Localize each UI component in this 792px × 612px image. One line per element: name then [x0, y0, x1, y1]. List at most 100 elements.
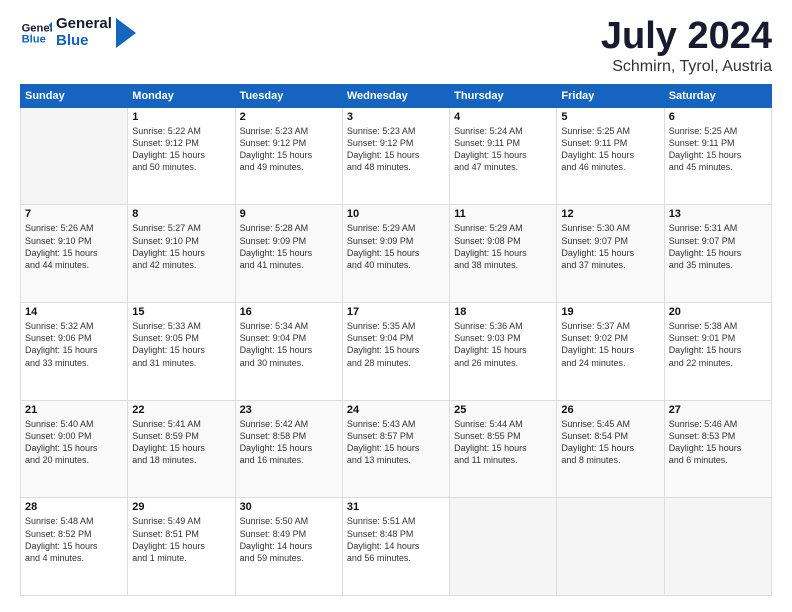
calendar-week-row: 21Sunrise: 5:40 AM Sunset: 9:00 PM Dayli…	[21, 400, 772, 498]
day-number: 15	[132, 306, 230, 318]
calendar-header-row: Sunday Monday Tuesday Wednesday Thursday…	[21, 84, 772, 107]
day-number: 13	[669, 208, 767, 220]
day-info: Sunrise: 5:36 AM Sunset: 9:03 PM Dayligh…	[454, 320, 552, 369]
day-number: 2	[240, 111, 338, 123]
day-number: 9	[240, 208, 338, 220]
day-number: 4	[454, 111, 552, 123]
day-info: Sunrise: 5:25 AM Sunset: 9:11 PM Dayligh…	[561, 125, 659, 174]
day-number: 30	[240, 501, 338, 513]
col-wednesday: Wednesday	[342, 84, 449, 107]
calendar-cell	[21, 107, 128, 205]
calendar-week-row: 14 Sunrise: 5:32 AM Sunset: 9:06 PM Dayli…	[21, 303, 772, 401]
day-info: Sunrise: 5:44 AM Sunset: 8:55 PM Dayligh…	[454, 418, 552, 467]
day-info: Sunrise: 5:37 AM Sunset: 9:02 PM Dayligh…	[561, 320, 659, 369]
calendar-cell	[450, 498, 557, 596]
svg-text:General: General	[22, 22, 52, 34]
header: General Blue General Blue July 2024 Schm…	[20, 16, 772, 76]
day-info: Sunrise: 5:29 AM Sunset: 9:08 PM Dayligh…	[454, 222, 552, 271]
day-info: Sunrise: 5:45 AM Sunset: 8:54 PM Dayligh…	[561, 418, 659, 467]
day-number: 5	[561, 111, 659, 123]
day-info: Sunrise: 5:43 AM Sunset: 8:57 PM Dayligh…	[347, 418, 445, 467]
day-info: Sunrise: 5:48 AM Sunset: 8:52 PM Dayligh…	[25, 515, 123, 564]
calendar-cell: 26 Sunrise: 5:45 AM Sunset: 8:54 PM Dayli…	[557, 400, 664, 498]
calendar-cell: 7 Sunrise: 5:26 AM Sunset: 9:10 PM Daylig…	[21, 205, 128, 303]
calendar-cell: 8 Sunrise: 5:27 AM Sunset: 9:10 PM Daylig…	[128, 205, 235, 303]
day-number: 1	[132, 111, 230, 123]
calendar-cell: 2 Sunrise: 5:23 AM Sunset: 9:12 PM Daylig…	[235, 107, 342, 205]
day-info: Sunrise: 5:40 AM Sunset: 9:00 PM Dayligh…	[25, 418, 123, 467]
day-number: 28	[25, 501, 123, 513]
day-number: 11	[454, 208, 552, 220]
day-number: 8	[132, 208, 230, 220]
calendar-cell	[557, 498, 664, 596]
day-info: Sunrise: 5:50 AM Sunset: 8:49 PM Dayligh…	[240, 515, 338, 564]
calendar-cell: 9Sunrise: 5:28 AM Sunset: 9:09 PM Daylig…	[235, 205, 342, 303]
day-number: 29	[132, 501, 230, 513]
calendar-cell: 23Sunrise: 5:42 AM Sunset: 8:58 PM Dayli…	[235, 400, 342, 498]
day-info: Sunrise: 5:23 AM Sunset: 9:12 PM Dayligh…	[240, 125, 338, 174]
calendar-cell: 13 Sunrise: 5:31 AM Sunset: 9:07 PM Dayli…	[664, 205, 771, 303]
calendar-cell: 25 Sunrise: 5:44 AM Sunset: 8:55 PM Dayli…	[450, 400, 557, 498]
calendar-cell: 11 Sunrise: 5:29 AM Sunset: 9:08 PM Dayli…	[450, 205, 557, 303]
calendar-cell: 15 Sunrise: 5:33 AM Sunset: 9:05 PM Dayli…	[128, 303, 235, 401]
day-info: Sunrise: 5:30 AM Sunset: 9:07 PM Dayligh…	[561, 222, 659, 271]
day-info: Sunrise: 5:22 AM Sunset: 9:12 PM Dayligh…	[132, 125, 230, 174]
calendar-cell: 3 Sunrise: 5:23 AM Sunset: 9:12 PM Daylig…	[342, 107, 449, 205]
day-number: 27	[669, 404, 767, 416]
day-info: Sunrise: 5:27 AM Sunset: 9:10 PM Dayligh…	[132, 222, 230, 271]
day-info: Sunrise: 5:29 AM Sunset: 9:09 PM Dayligh…	[347, 222, 445, 271]
calendar-cell: 27 Sunrise: 5:46 AM Sunset: 8:53 PM Dayli…	[664, 400, 771, 498]
day-number: 3	[347, 111, 445, 123]
calendar-week-row: 28 Sunrise: 5:48 AM Sunset: 8:52 PM Dayli…	[21, 498, 772, 596]
day-info: Sunrise: 5:24 AM Sunset: 9:11 PM Dayligh…	[454, 125, 552, 174]
day-info: Sunrise: 5:33 AM Sunset: 9:05 PM Dayligh…	[132, 320, 230, 369]
col-tuesday: Tuesday	[235, 84, 342, 107]
day-info: Sunrise: 5:26 AM Sunset: 9:10 PM Dayligh…	[25, 222, 123, 271]
day-number: 10	[347, 208, 445, 220]
calendar-cell: 24 Sunrise: 5:43 AM Sunset: 8:57 PM Dayli…	[342, 400, 449, 498]
day-number: 24	[347, 404, 445, 416]
day-number: 22	[132, 404, 230, 416]
calendar-week-row: 7 Sunrise: 5:26 AM Sunset: 9:10 PM Daylig…	[21, 205, 772, 303]
calendar-cell: 17Sunrise: 5:35 AM Sunset: 9:04 PM Dayli…	[342, 303, 449, 401]
calendar-cell: 6 Sunrise: 5:25 AM Sunset: 9:11 PM Daylig…	[664, 107, 771, 205]
day-number: 7	[25, 208, 123, 220]
day-info: Sunrise: 5:41 AM Sunset: 8:59 PM Dayligh…	[132, 418, 230, 467]
calendar-cell: 28 Sunrise: 5:48 AM Sunset: 8:52 PM Dayli…	[21, 498, 128, 596]
day-number: 6	[669, 111, 767, 123]
col-saturday: Saturday	[664, 84, 771, 107]
logo-general: General	[56, 16, 112, 33]
calendar-cell: 20 Sunrise: 5:38 AM Sunset: 9:01 PM Dayli…	[664, 303, 771, 401]
calendar-cell: 18Sunrise: 5:36 AM Sunset: 9:03 PM Dayli…	[450, 303, 557, 401]
calendar-cell: 12Sunrise: 5:30 AM Sunset: 9:07 PM Dayli…	[557, 205, 664, 303]
calendar-cell: 4 Sunrise: 5:24 AM Sunset: 9:11 PM Daylig…	[450, 107, 557, 205]
day-info: Sunrise: 5:51 AM Sunset: 8:48 PM Dayligh…	[347, 515, 445, 564]
day-info: Sunrise: 5:23 AM Sunset: 9:12 PM Dayligh…	[347, 125, 445, 174]
day-number: 17	[347, 306, 445, 318]
logo: General Blue General Blue	[20, 16, 136, 49]
calendar-cell: 22 Sunrise: 5:41 AM Sunset: 8:59 PM Dayli…	[128, 400, 235, 498]
day-number: 16	[240, 306, 338, 318]
location-subtitle: Schmirn, Tyrol, Austria	[601, 58, 772, 76]
day-number: 26	[561, 404, 659, 416]
day-info: Sunrise: 5:25 AM Sunset: 9:11 PM Dayligh…	[669, 125, 767, 174]
day-info: Sunrise: 5:32 AM Sunset: 9:06 PM Dayligh…	[25, 320, 123, 369]
calendar-week-row: 1 Sunrise: 5:22 AM Sunset: 9:12 PM Daylig…	[21, 107, 772, 205]
calendar-cell: 31 Sunrise: 5:51 AM Sunset: 8:48 PM Dayli…	[342, 498, 449, 596]
day-info: Sunrise: 5:49 AM Sunset: 8:51 PM Dayligh…	[132, 515, 230, 564]
day-number: 19	[561, 306, 659, 318]
day-number: 14	[25, 306, 123, 318]
svg-text:Blue: Blue	[22, 33, 46, 45]
day-number: 31	[347, 501, 445, 513]
day-info: Sunrise: 5:46 AM Sunset: 8:53 PM Dayligh…	[669, 418, 767, 467]
day-number: 20	[669, 306, 767, 318]
logo-chevron-icon	[116, 18, 136, 48]
logo-icon: General Blue	[20, 17, 52, 49]
calendar-cell: 30 Sunrise: 5:50 AM Sunset: 8:49 PM Dayli…	[235, 498, 342, 596]
calendar-cell	[664, 498, 771, 596]
day-info: Sunrise: 5:38 AM Sunset: 9:01 PM Dayligh…	[669, 320, 767, 369]
col-friday: Friday	[557, 84, 664, 107]
day-info: Sunrise: 5:31 AM Sunset: 9:07 PM Dayligh…	[669, 222, 767, 271]
day-number: 25	[454, 404, 552, 416]
calendar-cell: 1 Sunrise: 5:22 AM Sunset: 9:12 PM Daylig…	[128, 107, 235, 205]
